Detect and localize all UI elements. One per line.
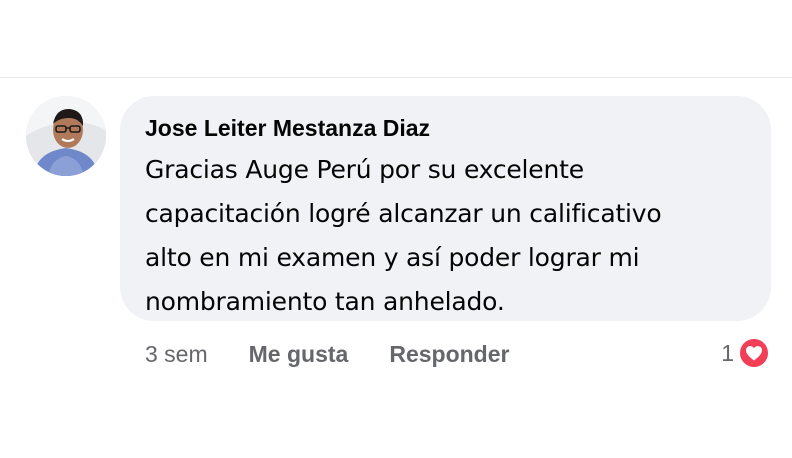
comment-text-line: alto en mi examen y así poder lograr mi bbox=[145, 243, 640, 272]
comment-text: Gracias Auge Perú por su excelente capac… bbox=[145, 148, 755, 324]
comment-bubble: Jose Leiter Mestanza Diaz Gracias Auge P… bbox=[120, 96, 771, 321]
comment-text-line: capacitación logré alcanzar un calificat… bbox=[145, 199, 662, 228]
top-divider bbox=[0, 77, 792, 78]
reply-button[interactable]: Responder bbox=[389, 341, 509, 368]
avatar[interactable] bbox=[26, 96, 106, 176]
comment-actions: 3 sem Me gusta Responder bbox=[145, 339, 509, 369]
like-button[interactable]: Me gusta bbox=[249, 341, 349, 368]
love-heart-icon bbox=[738, 337, 770, 369]
avatar-photo bbox=[26, 96, 106, 176]
comment-text-line: Gracias Auge Perú por su excelente bbox=[145, 155, 584, 184]
comment-timestamp[interactable]: 3 sem bbox=[145, 341, 208, 368]
comment-author-name[interactable]: Jose Leiter Mestanza Diaz bbox=[145, 113, 745, 143]
comment-text-line: nombramiento tan anhelado. bbox=[145, 287, 505, 316]
reaction-summary[interactable]: 1 bbox=[721, 336, 770, 370]
reaction-count: 1 bbox=[721, 339, 734, 366]
